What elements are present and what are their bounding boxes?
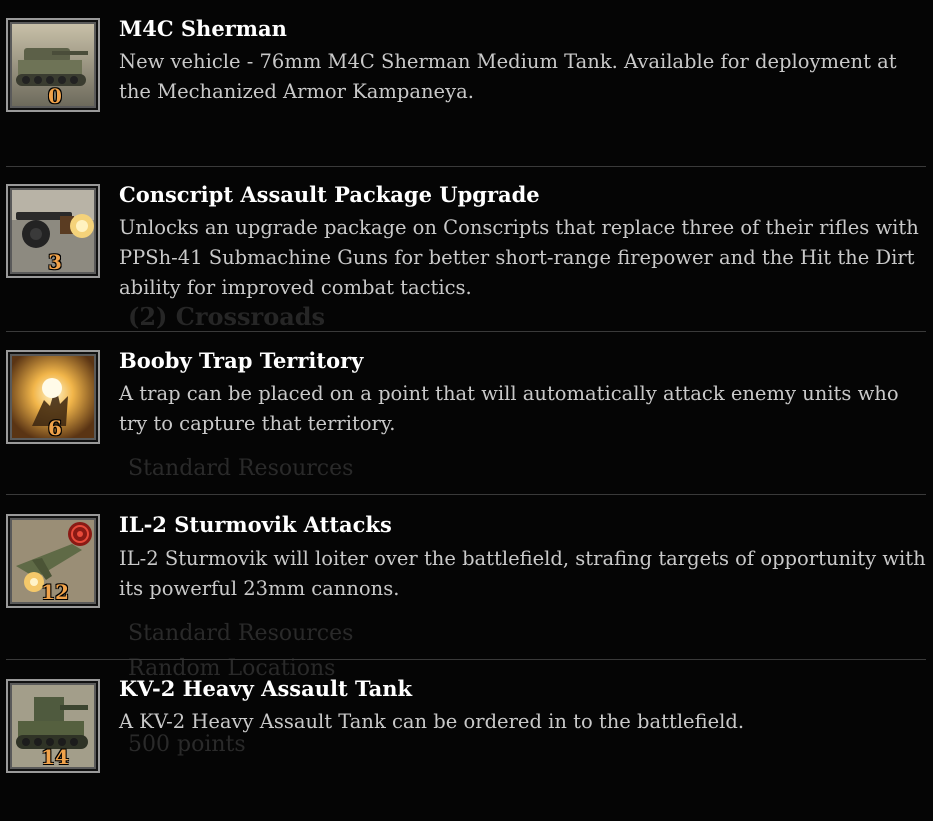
upgrade-title: Booby Trap Territory (119, 348, 364, 373)
row-divider (6, 166, 926, 167)
upgrade-description: Unlocks an upgrade package on Conscripts… (119, 216, 919, 299)
row-divider (6, 659, 926, 660)
upgrade-cost: 14 (41, 745, 69, 769)
kv2-tank-icon: 14 (6, 679, 100, 773)
upgrade-cost: 12 (41, 580, 69, 604)
upgrade-description: A trap can be placed on a point that wil… (119, 382, 899, 435)
upgrade-cost: 3 (48, 250, 62, 274)
upgrade-description: New vehicle - 76mm M4C Sherman Medium Ta… (119, 50, 897, 103)
upgrade-list: 0 M4C Sherman New vehicle - 76mm M4C She… (0, 0, 933, 821)
upgrade-title: KV-2 Heavy Assault Tank (119, 676, 413, 701)
upgrade-description: A KV-2 Heavy Assault Tank can be ordered… (119, 710, 745, 733)
aircraft-target-icon: 12 (6, 514, 100, 608)
row-divider (6, 494, 926, 495)
upgrade-cost: 6 (48, 416, 62, 440)
row-divider (6, 331, 926, 332)
upgrade-description: IL-2 Sturmovik will loiter over the batt… (119, 547, 926, 600)
upgrade-title: M4C Sherman (119, 16, 287, 41)
upgrade-title: Conscript Assault Package Upgrade (119, 182, 540, 207)
sherman-tank-icon: 0 (6, 18, 100, 112)
upgrade-cost: 0 (48, 84, 62, 108)
upgrade-title: IL-2 Sturmovik Attacks (119, 512, 392, 537)
submachine-gun-icon: 3 (6, 184, 100, 278)
explosion-icon: 6 (6, 350, 100, 444)
